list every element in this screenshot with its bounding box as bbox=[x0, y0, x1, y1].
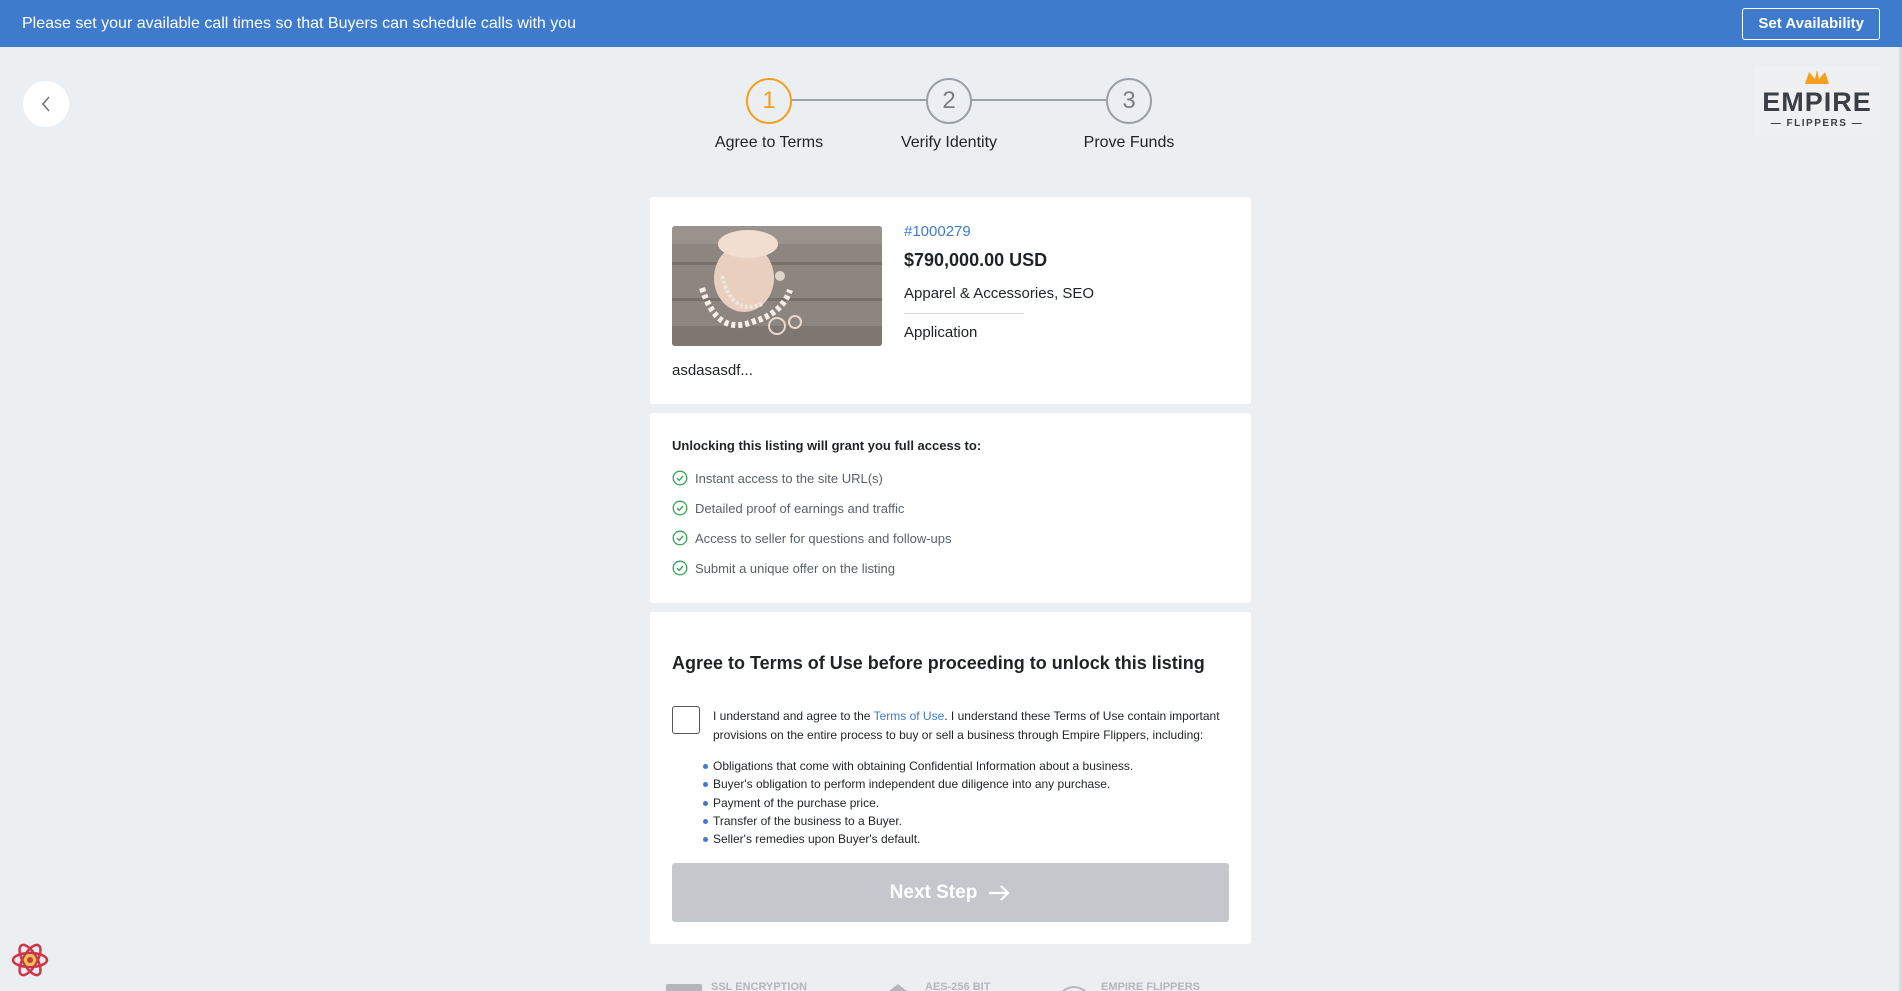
list-item: Buyer's obligation to perform independen… bbox=[702, 775, 1133, 793]
access-item-label: Access to seller for questions and follo… bbox=[695, 530, 952, 546]
arrow-right-icon bbox=[989, 884, 1010, 901]
terms-of-use-link[interactable]: Terms of Use bbox=[874, 709, 945, 723]
terms-bullet-list: Obligations that come with obtaining Con… bbox=[702, 757, 1133, 848]
listing-type: Application bbox=[904, 324, 978, 341]
terms-heading: Agree to Terms of Use before proceeding … bbox=[672, 653, 1205, 673]
access-benefits-card: Unlocking this listing will grant you fu… bbox=[650, 413, 1251, 603]
list-item: Submit a unique offer on the listing bbox=[672, 553, 1229, 583]
badge-empire-flippers: EMPIRE FLIPPERS bbox=[1056, 981, 1200, 991]
check-circle-icon bbox=[672, 560, 688, 576]
step-label: Agree to Terms bbox=[714, 134, 824, 151]
list-item: Instant access to the site URL(s) bbox=[672, 463, 1229, 493]
list-item: Transfer of the business to a Buyer. bbox=[702, 812, 1133, 830]
step-number: 1 bbox=[746, 78, 792, 124]
step-agree-terms: 1 Agree to Terms bbox=[699, 78, 839, 152]
badge-label: EMPIRE FLIPPERS bbox=[1101, 981, 1201, 991]
terms-statement: I understand and agree to the Terms of U… bbox=[713, 707, 1233, 745]
access-item-label: Detailed proof of earnings and traffic bbox=[695, 500, 905, 516]
terms-text-before: I understand and agree to the bbox=[713, 709, 874, 723]
brand-icon bbox=[1061, 986, 1087, 991]
step-number: 3 bbox=[1106, 78, 1152, 124]
list-item: Seller's remedies upon Buyer's default. bbox=[702, 830, 1133, 848]
badge-aes: AES-256 BIT bbox=[880, 981, 990, 991]
list-item: Obligations that come with obtaining Con… bbox=[702, 757, 1133, 775]
access-item-label: Instant access to the site URL(s) bbox=[695, 470, 883, 486]
availability-banner: Please set your available call times so … bbox=[0, 0, 1902, 47]
access-list: Instant access to the site URL(s) Detail… bbox=[672, 463, 1229, 583]
listing-id-link[interactable]: #1000279 bbox=[904, 223, 971, 240]
listing-price: $790,000.00 USD bbox=[904, 250, 1048, 270]
next-step-button[interactable]: Next Step bbox=[672, 863, 1229, 922]
security-badges: SSL ENCRYPTION AES-256 BIT EMPIRE FLIPPE… bbox=[666, 980, 1266, 991]
badge-label: AES-256 BIT bbox=[925, 981, 991, 991]
list-item: Payment of the purchase price. bbox=[702, 794, 1133, 812]
check-circle-icon bbox=[672, 470, 688, 486]
divider bbox=[904, 313, 1024, 314]
badge-label: SSL ENCRYPTION bbox=[711, 981, 807, 991]
check-circle-icon bbox=[672, 530, 688, 546]
progress-stepper: 1 Agree to Terms 2 Verify Identity 3 Pro… bbox=[0, 78, 1902, 158]
step-label: Verify Identity bbox=[900, 134, 998, 151]
terms-agree-checkbox[interactable] bbox=[672, 706, 700, 734]
step-prove-funds: 3 Prove Funds bbox=[1059, 78, 1199, 152]
terms-card: Agree to Terms of Use before proceeding … bbox=[650, 612, 1251, 944]
step-label: Prove Funds bbox=[1083, 134, 1175, 151]
lock-icon bbox=[666, 984, 702, 991]
listing-card: #1000279 $790,000.00 USD Apparel & Acces… bbox=[650, 197, 1251, 404]
list-item: Access to seller for questions and follo… bbox=[672, 523, 1229, 553]
react-devtools-icon[interactable] bbox=[10, 940, 50, 980]
listing-thumbnail bbox=[672, 226, 882, 346]
banner-message: Please set your available call times so … bbox=[22, 14, 577, 32]
check-circle-icon bbox=[672, 500, 688, 516]
listing-description: asdasasdf... bbox=[672, 362, 753, 379]
list-item: Detailed proof of earnings and traffic bbox=[672, 493, 1229, 523]
step-number: 2 bbox=[926, 78, 972, 124]
access-item-label: Submit a unique offer on the listing bbox=[695, 560, 895, 576]
listing-categories: Apparel & Accessories, SEO bbox=[904, 285, 1095, 302]
step-verify-identity: 2 Verify Identity bbox=[879, 78, 1019, 152]
shield-icon bbox=[889, 984, 907, 991]
next-step-label: Next Step bbox=[889, 881, 978, 903]
set-availability-button[interactable]: Set Availability bbox=[1742, 7, 1880, 40]
badge-ssl: SSL ENCRYPTION bbox=[666, 981, 807, 991]
access-title: Unlocking this listing will grant you fu… bbox=[672, 438, 982, 453]
